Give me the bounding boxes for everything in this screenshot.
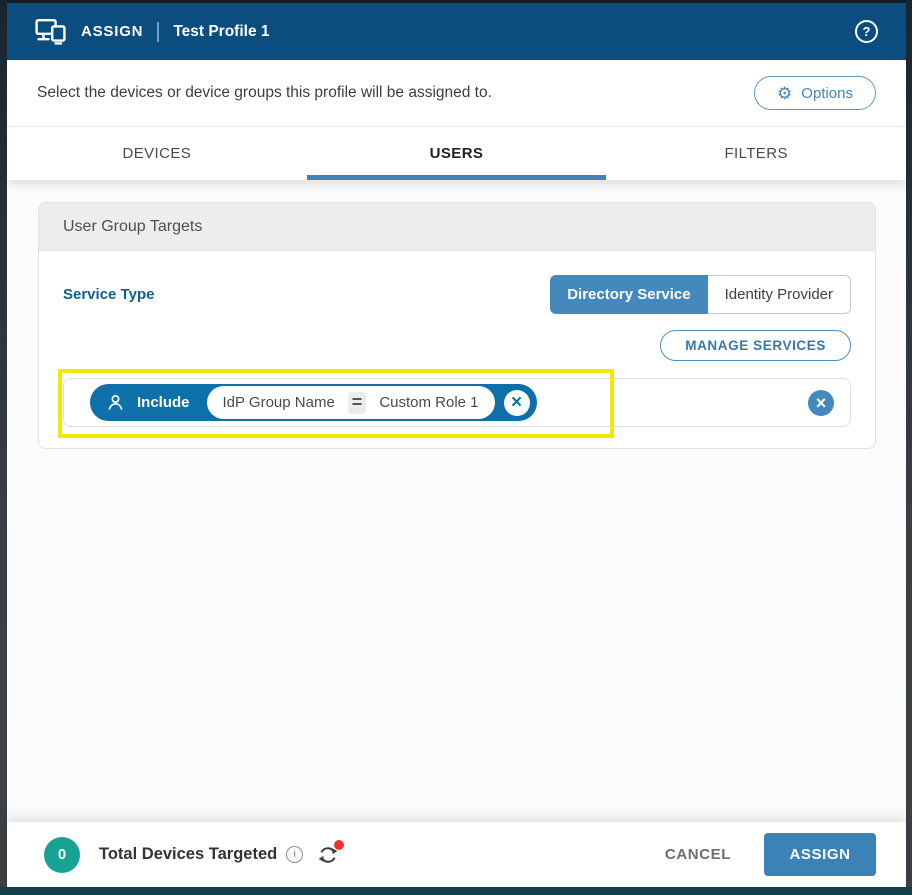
- main-content: User Group Targets Service Type Director…: [7, 180, 906, 822]
- frame-edge-left: [0, 0, 7, 895]
- toggle-identity-provider-label: Identity Provider: [725, 286, 833, 303]
- clear-row-icon[interactable]: ×: [808, 390, 834, 416]
- tab-users[interactable]: USERS: [307, 127, 607, 180]
- card-body: Service Type Directory Service Identity …: [39, 251, 875, 448]
- chip-mode-label: Include: [137, 394, 190, 411]
- tab-bar: DEVICES USERS FILTERS: [7, 127, 906, 180]
- targets-row-wrapper: Include IdP Group Name = Custom Role 1 ×…: [63, 378, 851, 427]
- remove-chip-icon[interactable]: ×: [504, 390, 530, 416]
- assign-dialog: ASSIGN Test Profile 1 ? Select the devic…: [7, 3, 906, 887]
- service-type-label: Service Type: [63, 286, 154, 303]
- equals-operator-icon: =: [348, 392, 367, 414]
- options-button-label: Options: [801, 85, 853, 102]
- include-group-chip[interactable]: Include IdP Group Name = Custom Role 1 ×: [90, 384, 537, 421]
- screenshot-frame: ASSIGN Test Profile 1 ? Select the devic…: [0, 0, 912, 895]
- manage-services-button[interactable]: MANAGE SERVICES: [660, 330, 851, 361]
- tab-filters[interactable]: FILTERS: [606, 127, 906, 180]
- gear-icon: ⚙: [777, 85, 792, 102]
- toggle-directory-service[interactable]: Directory Service: [550, 275, 707, 314]
- total-devices-label: Total Devices Targeted: [99, 845, 277, 864]
- user-icon: [105, 392, 126, 413]
- cancel-button[interactable]: CANCEL: [665, 846, 731, 863]
- device-count-badge: 0: [44, 837, 80, 873]
- title-divider: [157, 22, 159, 42]
- card-title: User Group Targets: [63, 218, 202, 236]
- assign-button[interactable]: ASSIGN: [764, 833, 876, 876]
- help-icon[interactable]: ?: [855, 20, 878, 43]
- footer-bar: 0 Total Devices Targeted i CANCEL ASSIGN: [7, 822, 906, 887]
- service-type-row: Service Type Directory Service Identity …: [63, 275, 851, 314]
- active-tab-underline: [307, 175, 607, 180]
- title-bar: ASSIGN Test Profile 1 ?: [7, 3, 906, 60]
- info-icon[interactable]: i: [286, 846, 303, 863]
- options-button[interactable]: ⚙ Options: [754, 76, 876, 110]
- tab-filters-label: FILTERS: [724, 145, 787, 162]
- frame-edge-right: [906, 0, 912, 895]
- service-type-toggle: Directory Service Identity Provider: [550, 275, 851, 314]
- frame-edge-bottom: [0, 887, 912, 895]
- profile-name: Test Profile 1: [173, 23, 269, 41]
- card-header: User Group Targets: [39, 203, 875, 251]
- manage-services-row: MANAGE SERVICES: [63, 330, 851, 361]
- toggle-directory-service-label: Directory Service: [567, 286, 690, 303]
- devices-icon: [35, 18, 66, 46]
- notification-dot: [334, 840, 344, 850]
- app-title: ASSIGN: [81, 23, 143, 40]
- tab-devices-label: DEVICES: [123, 145, 192, 162]
- tab-users-label: USERS: [430, 145, 484, 162]
- user-group-targets-card: User Group Targets Service Type Director…: [38, 202, 876, 449]
- chip-attribute: IdP Group Name: [223, 394, 335, 411]
- instruction-text: Select the devices or device groups this…: [37, 84, 492, 102]
- instruction-bar: Select the devices or device groups this…: [7, 60, 906, 127]
- target-group-row: Include IdP Group Name = Custom Role 1 ×…: [63, 378, 851, 427]
- tab-devices[interactable]: DEVICES: [7, 127, 307, 180]
- chip-value: Custom Role 1: [379, 394, 478, 411]
- refresh-icon[interactable]: [316, 843, 340, 867]
- chip-criteria[interactable]: IdP Group Name = Custom Role 1: [207, 386, 495, 419]
- toggle-identity-provider[interactable]: Identity Provider: [708, 275, 851, 314]
